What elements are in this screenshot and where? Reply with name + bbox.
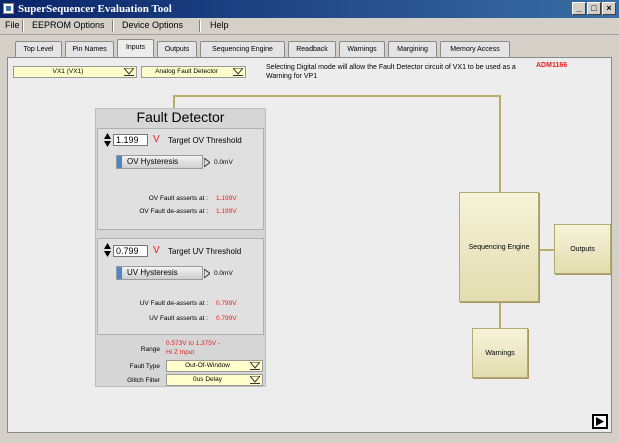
ov-deassert-value: 1.199V <box>216 208 237 215</box>
ov-hysteresis-button[interactable]: OV Hysteresis <box>116 155 203 169</box>
uv-spinner-icon[interactable] <box>104 243 111 257</box>
uv-deassert-value: 0.799V <box>216 300 237 307</box>
device-name: ADM1166 <box>536 62 568 69</box>
chevron-down-icon <box>124 68 134 76</box>
connector-line <box>173 95 175 109</box>
menu-help[interactable]: Help <box>210 20 229 30</box>
play-icon <box>596 417 604 426</box>
ov-threshold-input[interactable]: 1.199 <box>113 134 148 146</box>
connector-line <box>173 95 501 97</box>
connector-line <box>539 249 554 251</box>
fault-type-select[interactable]: Out-Of-Window <box>166 360 263 372</box>
ov-hysteresis-label: OV Hysteresis <box>127 157 179 166</box>
glitch-filter-value: 0us Delay <box>193 376 222 383</box>
uv-deassert-label: UV Fault de-asserts at : <box>139 300 208 307</box>
warnings-block[interactable]: Warnings <box>472 328 528 378</box>
tab-margining[interactable]: Margining <box>388 41 437 57</box>
ov-hysteresis-value: 0.0mV <box>214 159 233 166</box>
fault-detector-title: Fault Detector <box>136 109 225 125</box>
menu-eeprom-options[interactable]: EEPROM Options <box>32 20 105 30</box>
ov-spinner-icon[interactable] <box>104 133 111 147</box>
fault-type-label: Fault Type <box>129 363 160 370</box>
range-value-line1: 0.573V to 1.375V - <box>166 340 221 347</box>
uv-assert-value: 0.799V <box>216 315 237 322</box>
menu-device-options[interactable]: Device Options <box>122 20 183 30</box>
run-button[interactable] <box>592 414 608 429</box>
tab-sequencing-engine[interactable]: Sequencing Engine <box>200 41 285 57</box>
play-arrow-icon[interactable] <box>204 269 210 278</box>
channel-select[interactable]: VX1 (VX1) <box>13 66 137 78</box>
mode-select-value: Analog Fault Detector <box>155 68 218 75</box>
ov-assert-label: OV Fault asserts at : <box>148 195 208 202</box>
glitch-filter-label: Glitch Filter <box>127 377 160 384</box>
uv-hysteresis-button[interactable]: UV Hysteresis <box>116 266 203 280</box>
chevron-down-icon <box>250 362 260 370</box>
mode-info-text: Selecting Digital mode will allow the Fa… <box>266 64 516 80</box>
tab-bar: Top Level Pin Names Inputs Outputs Seque… <box>0 36 619 58</box>
range-value-line2: Hi Z Input <box>166 349 195 356</box>
close-button[interactable]: × <box>602 2 616 15</box>
tab-top-level[interactable]: Top Level <box>15 41 62 57</box>
window-title: SuperSequencer Evaluation Tool <box>18 3 172 15</box>
chevron-down-icon <box>250 376 260 384</box>
app-icon <box>3 3 14 14</box>
maximize-button[interactable]: □ <box>587 2 601 15</box>
menu-file[interactable]: File <box>5 20 20 30</box>
uv-assert-label: UV Fault asserts at : <box>149 315 208 322</box>
uv-threshold-label: Target UV Threshold <box>168 247 242 256</box>
outputs-block[interactable]: Outputs <box>554 224 611 274</box>
sequencing-engine-block[interactable]: Sequencing Engine <box>459 192 539 302</box>
connector-line <box>499 95 501 192</box>
uv-hysteresis-label: UV Hysteresis <box>127 268 178 277</box>
range-label: Range <box>140 346 160 353</box>
tab-outputs[interactable]: Outputs <box>157 41 197 57</box>
ov-unit-label: V <box>153 134 160 145</box>
title-bar: SuperSequencer Evaluation Tool _ □ × <box>0 0 619 18</box>
channel-select-value: VX1 (VX1) <box>52 68 84 75</box>
connector-line <box>499 303 501 328</box>
slider-handle <box>117 267 122 279</box>
fault-type-value: Out-Of-Window <box>185 362 230 369</box>
menu-bar: File EEPROM Options Device Options Help <box>0 18 619 35</box>
mode-select[interactable]: Analog Fault Detector <box>141 66 246 78</box>
menu-separator <box>112 20 114 32</box>
menu-separator <box>22 20 24 32</box>
menu-separator <box>199 20 201 32</box>
minimize-button[interactable]: _ <box>572 2 586 15</box>
uv-unit-label: V <box>153 245 160 256</box>
ov-threshold-label: Target OV Threshold <box>168 136 242 145</box>
glitch-filter-select[interactable]: 0us Delay <box>166 374 263 386</box>
slider-handle <box>117 156 122 168</box>
ov-deassert-label: OV Fault de-asserts at : <box>139 208 208 215</box>
tab-warnings[interactable]: Warnings <box>339 41 385 57</box>
tab-memory-access[interactable]: Memory Access <box>440 41 510 57</box>
uv-threshold-input[interactable]: 0.799 <box>113 245 148 257</box>
ov-assert-value: 1.199V <box>216 195 237 202</box>
tab-pin-names[interactable]: Pin Names <box>65 41 114 57</box>
chevron-down-icon <box>233 68 243 76</box>
play-arrow-icon[interactable] <box>204 158 210 167</box>
uv-hysteresis-value: 0.0mV <box>214 270 233 277</box>
tab-inputs[interactable]: Inputs <box>117 39 154 58</box>
tab-readback[interactable]: Readback <box>288 41 336 57</box>
